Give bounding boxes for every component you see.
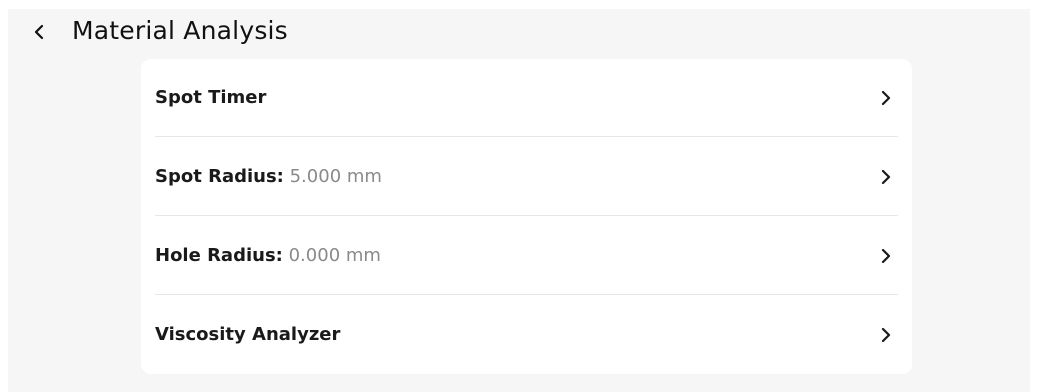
page-title: Material Analysis <box>72 16 288 45</box>
material-analysis-screen: Material Analysis Spot Timer Spot Radius… <box>8 9 1030 392</box>
settings-row-spot-timer[interactable]: Spot Timer <box>155 59 898 137</box>
chevron-right-icon <box>874 165 898 189</box>
settings-row-viscosity-analyzer[interactable]: Viscosity Analyzer <box>155 296 898 374</box>
hole-radius-label: Hole Radius: <box>155 244 283 266</box>
viscosity-analyzer-label: Viscosity Analyzer <box>155 324 341 345</box>
chevron-right-icon <box>874 323 898 347</box>
chevron-right-icon <box>874 244 898 268</box>
chevron-right-icon <box>874 86 898 110</box>
settings-row-spot-radius[interactable]: Spot Radius: 5.000 mm <box>155 138 898 216</box>
spot-radius-value: 5.000 mm <box>289 165 382 187</box>
hole-radius-value: 0.000 mm <box>288 244 381 266</box>
chevron-left-icon <box>34 24 44 40</box>
spot-radius-label: Spot Radius: <box>155 165 284 187</box>
settings-row-hole-radius[interactable]: Hole Radius: 0.000 mm <box>155 217 898 295</box>
header: Material Analysis <box>8 9 1030 55</box>
back-button[interactable] <box>24 17 54 47</box>
settings-list: Spot Timer Spot Radius: 5.000 mm Hole Ra <box>141 59 912 374</box>
spot-timer-label: Spot Timer <box>155 86 267 108</box>
